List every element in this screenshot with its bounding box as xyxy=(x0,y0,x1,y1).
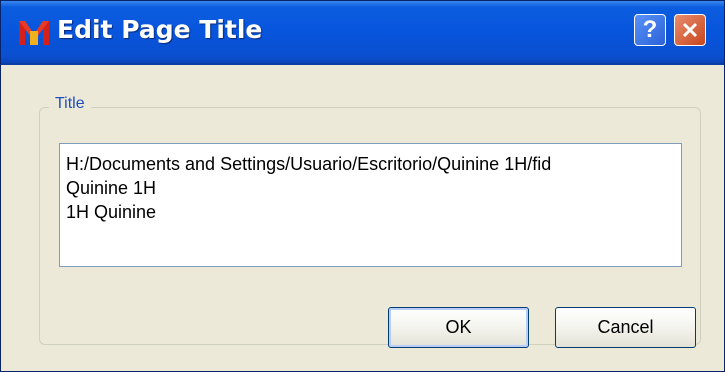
group-label: Title xyxy=(49,95,91,113)
edit-page-title-dialog: Edit Page Title ? Title H:/Documents and… xyxy=(0,0,725,372)
window-title: Edit Page Title xyxy=(57,15,263,44)
ok-button[interactable]: OK xyxy=(388,307,529,348)
close-button[interactable] xyxy=(674,14,706,46)
cancel-button[interactable]: Cancel xyxy=(555,307,696,348)
title-line: H:/Documents and Settings/Usuario/Escrit… xyxy=(66,154,552,174)
title-textarea[interactable]: H:/Documents and Settings/Usuario/Escrit… xyxy=(59,143,682,267)
title-line: Quinine 1H xyxy=(66,178,157,198)
title-line: 1H Quinine xyxy=(66,202,157,222)
help-button[interactable]: ? xyxy=(634,14,666,46)
title-bar[interactable]: Edit Page Title ? xyxy=(1,1,724,65)
help-icon: ? xyxy=(642,16,658,43)
mnova-app-icon xyxy=(19,21,49,45)
dialog-body: Title H:/Documents and Settings/Usuario/… xyxy=(1,65,724,371)
close-icon xyxy=(682,22,698,38)
